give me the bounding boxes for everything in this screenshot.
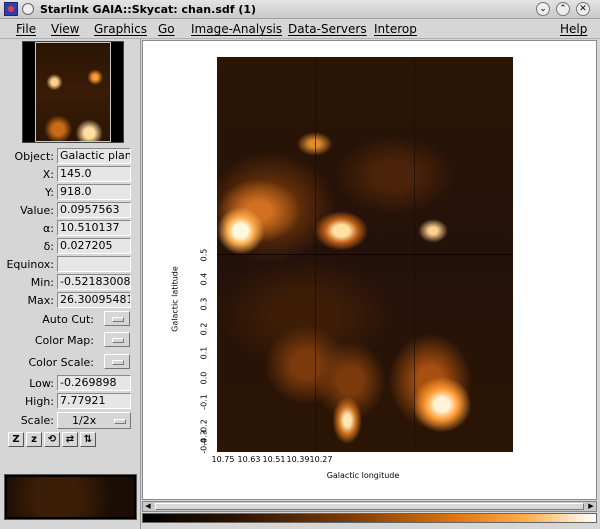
x-tick-label: 10.51: [262, 455, 286, 464]
maximize-window-button[interactable]: ⌃: [556, 2, 570, 16]
color-map-row: Color Map:: [0, 331, 141, 349]
color-scale-menu-button[interactable]: [104, 354, 130, 369]
y-tick-label: -0.4: [199, 438, 209, 454]
zoom-in-button[interactable]: Z: [8, 432, 24, 447]
x-field[interactable]: 145.0: [57, 166, 131, 182]
scroll-left-arrow-icon[interactable]: ◀: [143, 502, 153, 511]
menu-interop[interactable]: Interop: [374, 22, 417, 36]
flip-x-button[interactable]: ⇄: [62, 432, 78, 447]
value-label: Value:: [20, 204, 54, 217]
x-axis-label: Galactic longitude: [326, 471, 400, 480]
color-scale-row: Color Scale:: [0, 353, 141, 371]
scale-menu-button[interactable]: 1/2x: [57, 412, 131, 429]
value-field[interactable]: 0.0957563: [57, 202, 131, 218]
max-label: Max:: [27, 294, 54, 307]
equinox-field[interactable]: [57, 256, 131, 272]
alpha-field[interactable]: 10.510137: [57, 220, 131, 236]
max-field[interactable]: 26.300954818: [57, 292, 131, 308]
info-panel: Object: Galactic plane X: 145.0 Y: 918.0…: [0, 39, 141, 529]
value-row: Value: 0.0957563: [0, 202, 141, 220]
equinox-label: Equinox:: [6, 258, 54, 271]
y-tick-label: 0.4: [199, 272, 209, 286]
tile-seam: [414, 57, 415, 452]
magnifier: [4, 474, 137, 520]
low-label: Low:: [29, 377, 54, 390]
color-scale-label: Color Scale:: [28, 356, 94, 369]
image-canvas[interactable]: Galactic latitude Galactic longitude 0.5…: [142, 40, 597, 500]
x-label: X:: [42, 168, 54, 181]
min-label: Min:: [30, 276, 54, 289]
tile-seam: [315, 57, 316, 452]
menu-go[interactable]: Go: [158, 22, 175, 36]
scroll-right-arrow-icon[interactable]: ▶: [586, 502, 596, 511]
x-tick-label: 10.75: [211, 455, 235, 464]
magnifier-image: [7, 477, 134, 517]
y-label: Y:: [45, 186, 54, 199]
flip-y-button[interactable]: ⇅: [80, 432, 96, 447]
auto-cut-label: Auto Cut:: [42, 313, 94, 326]
x-row: X: 145.0: [0, 166, 141, 184]
window-title: Starlink GAIA::Skycat: chan.sdf (1): [40, 3, 257, 16]
gaia-app-icon[interactable]: [4, 2, 18, 16]
y-tick-label: 0.3: [199, 297, 209, 311]
menu-view[interactable]: View: [51, 22, 79, 36]
delta-field[interactable]: 0.027205: [57, 238, 131, 254]
high-row: High: 7.77921: [0, 393, 141, 411]
y-tick-label: -0.1: [199, 394, 209, 410]
color-map-label: Color Map:: [34, 334, 94, 347]
object-field[interactable]: Galactic plane: [57, 148, 131, 164]
delta-row: δ: 0.027205: [0, 238, 141, 256]
equinox-row: Equinox:: [0, 256, 141, 274]
object-label: Object:: [14, 150, 54, 163]
y-field[interactable]: 918.0: [57, 184, 131, 200]
low-field[interactable]: -0.269898: [57, 375, 131, 391]
menu-data-servers[interactable]: Data-Servers: [288, 22, 367, 36]
max-row: Max: 26.300954818: [0, 292, 141, 310]
close-window-button[interactable]: ✕: [576, 2, 590, 16]
menu-file[interactable]: File: [16, 22, 36, 36]
tile-seam: [217, 254, 513, 255]
y-tick-label: 0.2: [199, 322, 209, 336]
auto-cut-row: Auto Cut:: [0, 310, 141, 328]
x-tick-label: 10.63: [237, 455, 261, 464]
colorbar[interactable]: [142, 513, 597, 523]
alpha-row: α: 10.510137: [0, 220, 141, 238]
menu-graphics[interactable]: Graphics: [94, 22, 147, 36]
auto-cut-menu-button[interactable]: [104, 311, 130, 326]
alpha-label: α:: [43, 222, 54, 235]
horizontal-scrollbar[interactable]: ◀ ▶: [142, 501, 597, 512]
panner[interactable]: [22, 41, 124, 143]
menu-help[interactable]: Help: [560, 22, 587, 36]
color-map-menu-button[interactable]: [104, 332, 130, 347]
y-axis-label: Galactic latitude: [170, 266, 180, 332]
menu-image-analysis[interactable]: Image-Analysis: [191, 22, 282, 36]
x-tick-label: 10.39: [286, 455, 310, 464]
scale-row: Scale: 1/2x: [0, 412, 141, 430]
y-tick-label: 0.5: [199, 248, 209, 262]
delta-label: δ:: [43, 240, 54, 253]
y-tick-label: 0.0: [199, 371, 209, 385]
y-tick-label: 0.1: [199, 346, 209, 360]
shade-window-button[interactable]: ⌄: [536, 2, 550, 16]
object-row: Object: Galactic plane: [0, 148, 141, 166]
low-row: Low: -0.269898: [0, 375, 141, 393]
y-row: Y: 918.0: [0, 184, 141, 202]
high-label: High:: [25, 395, 54, 408]
scale-label: Scale:: [20, 414, 54, 427]
min-field[interactable]: -0.521830081: [57, 274, 131, 290]
panner-thumbnail[interactable]: [35, 42, 111, 142]
scrollbar-thumb[interactable]: [155, 503, 584, 510]
x-tick-label: 10.27: [309, 455, 333, 464]
rotate-button[interactable]: ⟲: [44, 432, 60, 447]
window-menu-icon[interactable]: [22, 3, 34, 15]
astronomical-image[interactable]: [217, 57, 513, 452]
menu-bar: File View Graphics Go Image-Analysis Dat…: [0, 19, 600, 39]
high-field[interactable]: 7.77921: [57, 393, 131, 409]
zoom-out-button[interactable]: z: [26, 432, 42, 447]
min-row: Min: -0.521830081: [0, 274, 141, 292]
title-bar: Starlink GAIA::Skycat: chan.sdf (1) ⌄ ⌃ …: [0, 0, 600, 19]
